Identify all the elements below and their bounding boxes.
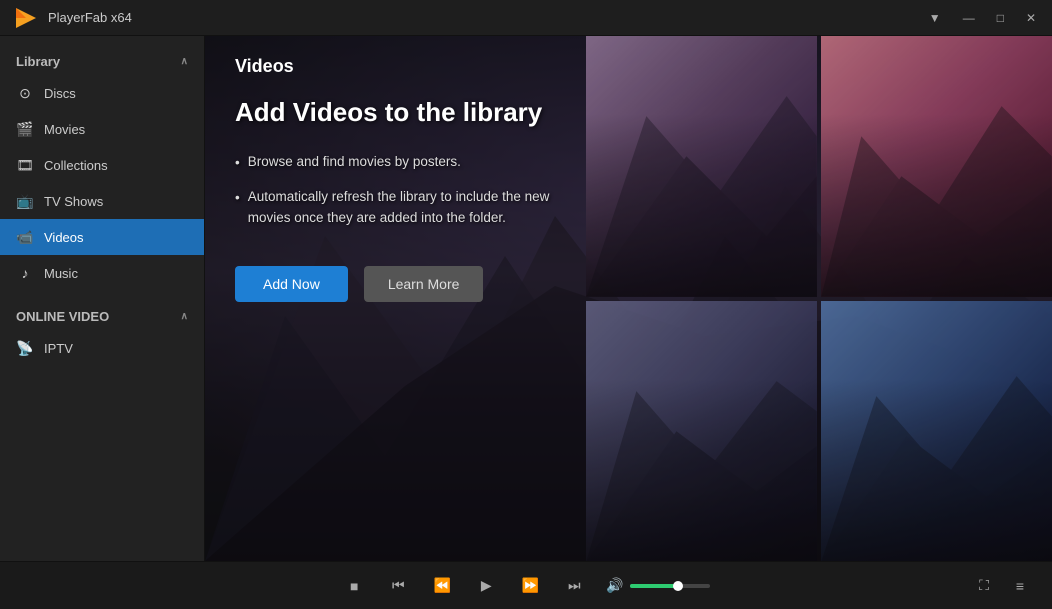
maximize-button[interactable]: □ (993, 9, 1008, 27)
sidebar-item-label: Music (44, 266, 78, 281)
playlist-button[interactable]: ≡ (1008, 574, 1032, 598)
sidebar-item-label: Movies (44, 122, 85, 137)
sidebar-item-collections[interactable]: 🎞 Collections (0, 147, 204, 183)
sidebar-item-label: Discs (44, 86, 76, 101)
stop-button[interactable]: ■ (342, 574, 366, 598)
app-title: PlayerFab x64 (48, 10, 132, 25)
sidebar-item-videos[interactable]: 📹 Videos (0, 219, 204, 255)
prev-button[interactable]: ⏮ (386, 574, 410, 598)
volume-slider[interactable] (630, 584, 710, 588)
movies-icon: 🎬 (16, 120, 34, 138)
sidebar-item-music[interactable]: ♪ Music (0, 255, 204, 291)
videos-icon: 📹 (16, 228, 34, 246)
online-video-section-header[interactable]: ONLINE VIDEO ∧ (0, 299, 204, 330)
add-now-button[interactable]: Add Now (235, 266, 348, 302)
main-layout: Library ∧ ⊙ Discs 🎬 Movies 🎞 Collections… (0, 36, 1052, 561)
sidebar-item-movies[interactable]: 🎬 Movies (0, 111, 204, 147)
sidebar-item-iptv[interactable]: 📡 IPTV (0, 330, 204, 366)
sidebar-item-label: IPTV (44, 341, 73, 356)
menu-dropdown-button[interactable]: ▼ (925, 9, 945, 27)
play-button[interactable]: ▶ (474, 574, 498, 598)
collections-icon: 🎞 (16, 156, 34, 174)
discs-icon: ⊙ (16, 84, 34, 102)
section-title: Videos (235, 56, 1022, 77)
close-button[interactable]: ✕ (1022, 9, 1040, 27)
feature-item-2: Automatically refresh the library to inc… (235, 187, 575, 228)
titlebar-controls: ▼ — □ ✕ (925, 9, 1040, 27)
learn-more-button[interactable]: Learn More (364, 266, 484, 302)
library-chevron-icon: ∧ (181, 56, 188, 67)
tv-shows-icon: 📺 (16, 192, 34, 210)
minimize-button[interactable]: — (959, 9, 979, 27)
volume-thumb (673, 581, 683, 591)
volume-fill (630, 584, 678, 588)
sidebar: Library ∧ ⊙ Discs 🎬 Movies 🎞 Collections… (0, 36, 205, 561)
app-logo-icon (12, 4, 40, 32)
fullscreen-button[interactable]: ⛶ (972, 574, 996, 598)
sidebar-item-discs[interactable]: ⊙ Discs (0, 75, 204, 111)
titlebar-left: PlayerFab x64 (12, 4, 132, 32)
sidebar-item-tv-shows[interactable]: 📺 TV Shows (0, 183, 204, 219)
titlebar: PlayerFab x64 ▼ — □ ✕ (0, 0, 1052, 36)
features-list: Browse and find movies by posters. Autom… (235, 152, 575, 242)
music-icon: ♪ (16, 264, 34, 282)
iptv-icon: 📡 (16, 339, 34, 357)
player-bar: ■ ⏮ ⏪ ▶ ⏩ ⏭ 🔊 ⛶ ≡ (0, 561, 1052, 609)
library-section-header[interactable]: Library ∧ (0, 44, 204, 75)
action-buttons: Add Now Learn More (235, 266, 1022, 302)
online-video-chevron-icon: ∧ (181, 311, 188, 322)
player-right-icons: ⛶ ≡ (972, 574, 1032, 598)
sidebar-item-label: Videos (44, 230, 84, 245)
rewind-button[interactable]: ⏪ (430, 574, 454, 598)
content-overlay: Videos Add Videos to the library Browse … (205, 36, 1052, 561)
sidebar-item-label: Collections (44, 158, 108, 173)
volume-icon: 🔊 (606, 577, 623, 594)
content-area: Videos Add Videos to the library Browse … (205, 36, 1052, 561)
sidebar-item-label: TV Shows (44, 194, 103, 209)
volume-area: 🔊 (606, 577, 709, 594)
next-button[interactable]: ⏭ (562, 574, 586, 598)
fast-forward-button[interactable]: ⏩ (518, 574, 542, 598)
feature-item-1: Browse and find movies by posters. (235, 152, 575, 173)
main-title: Add Videos to the library (235, 97, 1022, 128)
